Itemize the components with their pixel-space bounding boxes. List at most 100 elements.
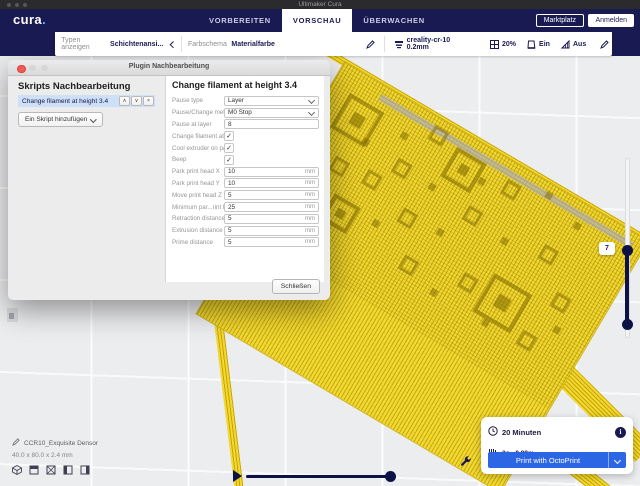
support-value[interactable]: Aus xyxy=(573,41,586,48)
simulation-slider-handle[interactable] xyxy=(385,471,396,482)
script-setting-row: Change filament at pause✓ xyxy=(172,130,319,142)
script-setting-row: Minimum par...rint head Z25mm xyxy=(172,201,319,213)
app-header: cura. VORBEREITEN VORSCHAU ÜBERWACHEN Ma… xyxy=(0,9,640,32)
script-setting-row: Prime distance5mm xyxy=(172,237,319,249)
script-settings-panel: Change filament at height 3.4 Pause type… xyxy=(165,76,324,282)
infill-value[interactable]: 20% xyxy=(502,41,516,48)
window-titlebar: Ultimaker Cura xyxy=(0,0,640,9)
view-type-label: Typen anzeigen xyxy=(61,37,105,51)
model-name: CCR10_Exquisite Densor xyxy=(24,440,98,447)
layer-slider-range[interactable] xyxy=(625,251,629,325)
print-button-label: Print with OctoPrint xyxy=(488,456,608,465)
setting-label: Park print head Y xyxy=(172,180,224,187)
script-setting-row: Cool extruder on pause✓ xyxy=(172,142,319,154)
view-front-icon[interactable] xyxy=(29,465,39,475)
script-setting-row: Extrusion distance5mm xyxy=(172,225,319,237)
dialog-title: Plugin Nachbearbeitung xyxy=(8,63,330,70)
setting-checkbox[interactable]: ✓ xyxy=(224,143,234,153)
dialog-titlebar: Plugin Nachbearbeitung xyxy=(8,60,330,76)
adhesion-value[interactable]: Ein xyxy=(539,41,550,48)
script-setting-row: Beep✓ xyxy=(172,154,319,166)
move-script-up-button[interactable]: ∧ xyxy=(119,96,130,106)
setting-input[interactable]: 25mm xyxy=(224,202,319,212)
window-title: Ultimaker Cura xyxy=(0,1,640,8)
setting-input[interactable]: 5mm xyxy=(224,190,319,200)
setting-label: Park print head X xyxy=(172,168,224,175)
move-script-down-button[interactable]: ∨ xyxy=(131,96,142,106)
layer-slider-upper-handle[interactable] xyxy=(622,245,633,256)
script-setting-row: Pause typeLayer xyxy=(172,95,319,107)
color-scheme-label: Farbschema xyxy=(188,41,227,48)
setting-label: Extrusion distance xyxy=(172,227,224,234)
tab-vorbereiten[interactable]: VORBEREITEN xyxy=(198,9,282,32)
tab-vorschau[interactable]: VORSCHAU xyxy=(282,9,353,32)
setting-select[interactable]: Layer xyxy=(224,96,319,106)
setting-label: Pause type xyxy=(172,97,224,104)
collapse-panel-icon[interactable] xyxy=(169,41,176,48)
post-processing-dialog: Plugin Nachbearbeitung Skripts Nachbearb… xyxy=(8,60,330,300)
signin-button[interactable]: Anmelden xyxy=(588,14,634,27)
layer-slider-lower-handle[interactable] xyxy=(622,319,633,330)
toolbar-divider xyxy=(384,36,385,52)
layer-badge: 7 xyxy=(599,242,615,255)
view-left-icon[interactable] xyxy=(63,465,73,475)
view-top-icon[interactable] xyxy=(46,465,56,475)
setting-label: Pause/Change method xyxy=(172,109,224,116)
remove-script-button[interactable]: × xyxy=(143,96,154,106)
print-with-octoprint-button[interactable]: Print with OctoPrint xyxy=(488,452,626,468)
print-head-marker xyxy=(7,308,18,322)
setting-checkbox[interactable]: ✓ xyxy=(224,155,234,165)
info-icon[interactable]: i xyxy=(615,427,626,438)
setting-input[interactable]: 10mm xyxy=(224,167,319,177)
stage-tabs: VORBEREITEN VORSCHAU ÜBERWACHEN xyxy=(198,9,436,32)
script-setting-row: Park print head Y10mm xyxy=(172,178,319,190)
script-setting-row: Pause/Change methodM0 Stop xyxy=(172,107,319,119)
adhesion-icon xyxy=(527,40,536,49)
setting-label: Prime distance xyxy=(172,239,224,246)
setting-label: Minimum par...rint head Z xyxy=(172,204,224,211)
setting-input[interactable]: 5mm xyxy=(224,214,319,224)
add-script-button[interactable]: Ein Skript hinzufügen xyxy=(18,112,103,127)
color-scheme-value[interactable]: Materialfarbe xyxy=(231,41,275,48)
script-setting-row: Park print head X10mm xyxy=(172,166,319,178)
script-setting-row: Move print head Z5mm xyxy=(172,189,319,201)
clock-icon xyxy=(488,423,498,441)
print-options-chevron[interactable] xyxy=(608,452,626,468)
setting-input[interactable]: 8 xyxy=(224,119,319,129)
setting-label: Cool extruder on pause xyxy=(172,145,224,152)
script-list-item-selected[interactable]: Change filament at height 3.4 ∧ ∨ × xyxy=(18,95,155,107)
script-setting-row: Retraction distance5mm xyxy=(172,213,319,225)
setting-input[interactable]: 5mm xyxy=(224,237,319,247)
simulation-play-button[interactable] xyxy=(233,470,242,482)
simulation-slider-track[interactable] xyxy=(246,475,392,478)
marketplace-button[interactable]: Marktplatz xyxy=(536,14,584,27)
script-item-label: Change filament at height 3.4 xyxy=(18,98,119,105)
setting-select[interactable]: M0 Stop xyxy=(224,108,319,118)
print-summary-card: 20 Minuten i 3g · 0.99m Print with OctoP… xyxy=(481,417,633,474)
toolbar-divider xyxy=(181,36,182,52)
setting-label: Retraction distance xyxy=(172,215,224,222)
edit-model-pencil-icon[interactable] xyxy=(12,438,20,448)
secondary-toolbar-strip: Typen anzeigen Schichtenansi... Farbsche… xyxy=(0,32,640,56)
view-right-icon[interactable] xyxy=(80,465,90,475)
scripts-panel-heading: Skripts Nachbearbeitung xyxy=(18,81,130,92)
printer-config[interactable]: creality-cr-10 0.2mm xyxy=(407,37,468,51)
script-settings-heading: Change filament at height 3.4 xyxy=(172,80,297,90)
tab-ueberwachen[interactable]: ÜBERWACHEN xyxy=(352,9,435,32)
view-3d-icon[interactable] xyxy=(12,465,22,475)
dialog-schliessen-button[interactable]: Schließen xyxy=(272,279,320,294)
model-info-panel: CCR10_Exquisite Densor 40.0 x 80.0 x 2.4… xyxy=(12,438,98,475)
view-type-value[interactable]: Schichtenansi... xyxy=(110,41,163,48)
chevron-down-icon xyxy=(90,116,96,122)
wrench-icon[interactable] xyxy=(460,454,472,472)
edit-color-scheme-pencil-icon[interactable] xyxy=(366,40,375,49)
setting-input[interactable]: 5mm xyxy=(224,226,319,236)
print-time: 20 Minuten xyxy=(502,428,611,437)
script-settings-rows: Pause typeLayerPause/Change methodM0 Sto… xyxy=(172,95,319,248)
edit-print-settings-pencil-icon[interactable] xyxy=(600,40,609,49)
setting-checkbox[interactable]: ✓ xyxy=(224,131,234,141)
support-icon xyxy=(561,40,570,49)
setting-input[interactable]: 10mm xyxy=(224,178,319,188)
preview-toolbar: Typen anzeigen Schichtenansi... Farbsche… xyxy=(55,32,612,56)
setting-label: Move print head Z xyxy=(172,192,224,199)
